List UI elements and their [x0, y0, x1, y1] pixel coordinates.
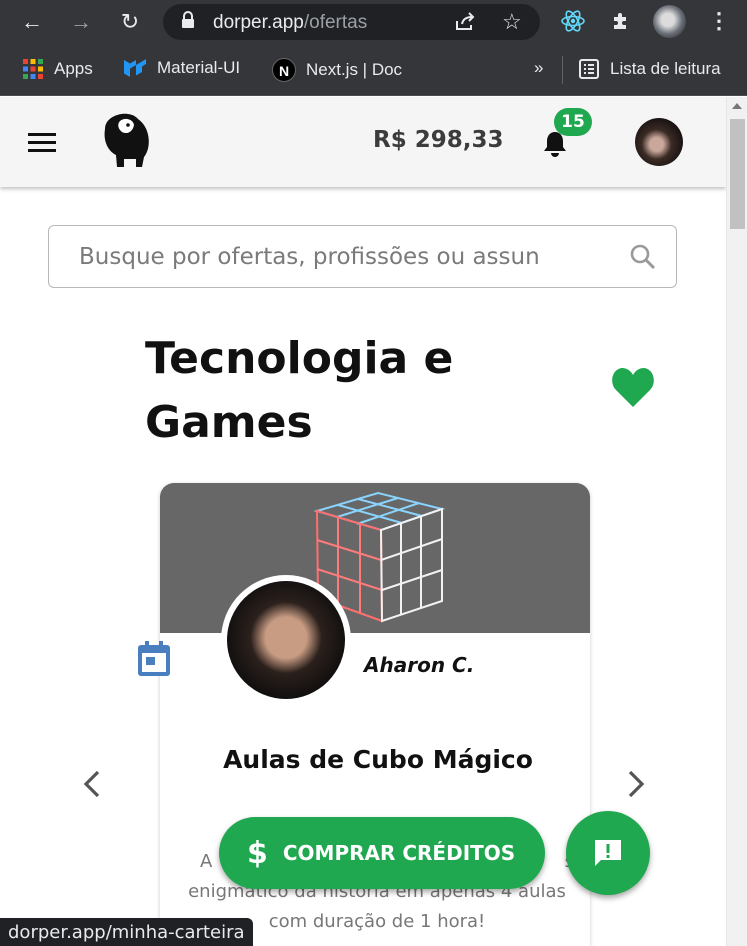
apps-grid-icon: [22, 58, 44, 80]
bookmarks-bar: Apps Material-UI N Next.js | Doc » Lista…: [0, 44, 747, 96]
lock-icon: [181, 11, 195, 29]
browser-toolbar: ← → ↻ dorper.app/ofertas ☆ ⋮: [0, 0, 747, 44]
bookmark-apps[interactable]: Apps: [22, 58, 93, 80]
back-arrow-icon[interactable]: ←: [18, 8, 46, 36]
description-fragment-left: A: [200, 851, 213, 872]
extensions-puzzle-icon[interactable]: [610, 9, 634, 33]
bookmark-label: Next.js | Doc: [306, 60, 403, 79]
teacher-name[interactable]: Aharon C.: [364, 653, 474, 677]
scroll-up-arrow-icon[interactable]: [732, 103, 742, 109]
bookmark-label: Lista de leitura: [610, 59, 721, 78]
app-header: R$ 298,33 15: [0, 97, 726, 187]
chat-alert-icon: [592, 837, 624, 869]
user-avatar[interactable]: [635, 118, 683, 166]
share-icon[interactable]: [454, 12, 476, 32]
address-bar[interactable]: dorper.app/ofertas ☆: [163, 4, 540, 40]
rubiks-cube-illustration: [313, 491, 446, 623]
profile-avatar-icon[interactable]: [653, 5, 686, 38]
bookmark-label: Apps: [54, 59, 93, 78]
material-ui-logo-icon: [123, 58, 147, 78]
buy-credits-label: COMPRAR CRÉDITOS: [282, 841, 516, 865]
offer-banner-image: [160, 483, 590, 633]
scrollbar-thumb[interactable]: [730, 119, 745, 229]
favorite-heart-icon[interactable]: [610, 365, 656, 409]
search-icon[interactable]: [629, 243, 657, 271]
page-scrollbar[interactable]: [726, 97, 747, 946]
chat-feedback-button[interactable]: [566, 811, 650, 895]
bookmark-nextjs[interactable]: N Next.js | Doc: [272, 58, 402, 82]
react-devtools-icon[interactable]: [560, 8, 586, 34]
chevron-right-icon[interactable]: [618, 766, 652, 802]
status-bar-link: dorper.app/minha-carteira: [0, 918, 253, 946]
buy-credits-button[interactable]: $ COMPRAR CRÉDITOS: [219, 817, 545, 889]
calendar-icon[interactable]: [136, 640, 172, 678]
url-domain: dorper.app: [213, 12, 304, 33]
bookmarks-overflow-button[interactable]: »: [534, 58, 543, 78]
category-title: Tecnologia e Games: [145, 333, 454, 448]
bookmark-material-ui[interactable]: Material-UI: [123, 58, 240, 78]
hamburger-menu-icon[interactable]: [28, 133, 56, 153]
url-path: /ofertas: [303, 12, 368, 33]
credit-balance[interactable]: R$ 298,33: [373, 127, 503, 153]
overflow-chevron: »: [534, 58, 544, 77]
page-content: R$ 298,33 15 Tecnologia e Games: [0, 97, 726, 946]
chevron-left-icon[interactable]: [76, 766, 110, 802]
bookmark-divider: [562, 56, 563, 84]
dorper-sheep-logo-icon[interactable]: [100, 109, 152, 169]
notification-count-badge: 15: [554, 108, 592, 136]
bookmark-reading-list[interactable]: Lista de leitura: [578, 58, 721, 80]
star-icon[interactable]: ☆: [502, 9, 522, 35]
teacher-avatar[interactable]: [221, 575, 351, 705]
reading-list-icon: [578, 58, 600, 80]
offer-title: Aulas de Cubo Mágico: [223, 745, 533, 774]
nextjs-logo-icon: N: [272, 58, 296, 82]
reload-icon[interactable]: ↻: [116, 8, 144, 36]
search-input[interactable]: [79, 240, 609, 274]
dollar-icon: $: [247, 835, 268, 871]
browser-menu-icon[interactable]: ⋮: [708, 8, 730, 34]
bookmark-label: Material-UI: [157, 58, 241, 77]
forward-arrow-icon[interactable]: →: [67, 8, 95, 36]
search-box[interactable]: [48, 225, 677, 288]
